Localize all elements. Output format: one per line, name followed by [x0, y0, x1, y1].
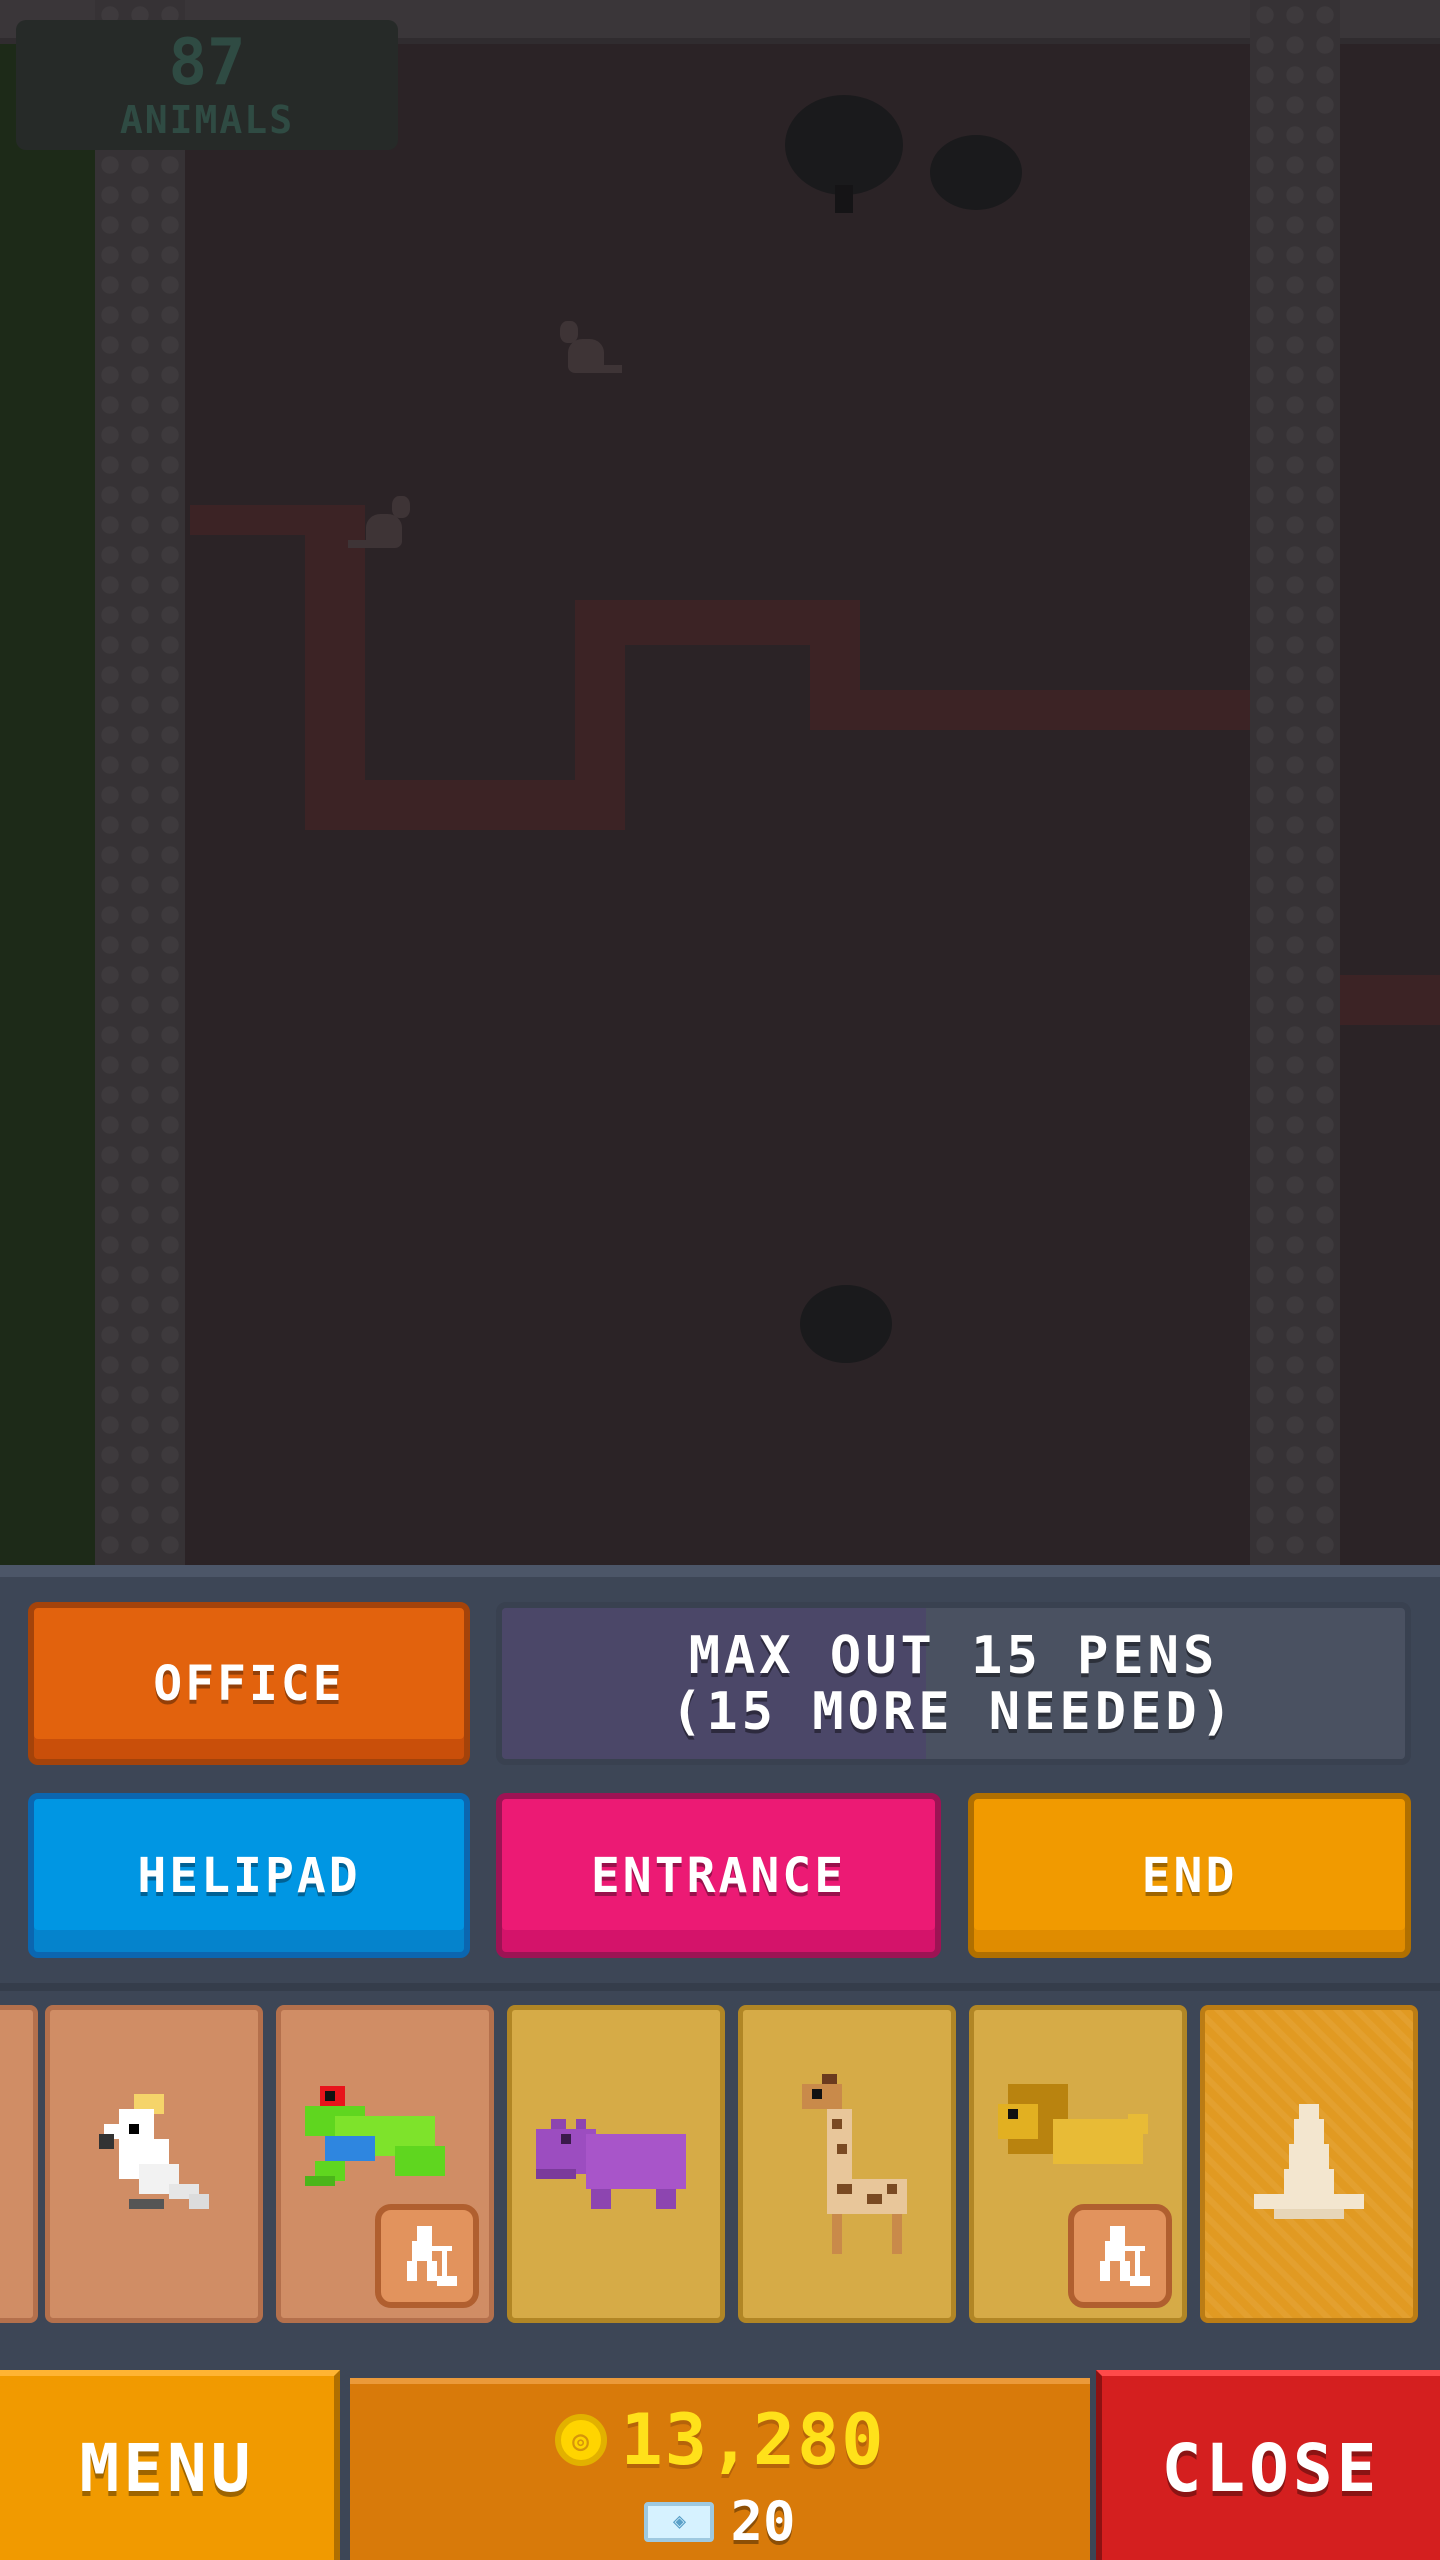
- animal-card-partial[interactable]: [0, 2005, 38, 2323]
- lion-icon: [998, 2084, 1148, 2165]
- animal-count-label: ANIMALS: [119, 98, 295, 142]
- goal-progress: MAX OUT 15 PENS (15 MORE NEEDED): [496, 1602, 1411, 1765]
- cockatoo-icon: [99, 2094, 209, 2209]
- end-button[interactable]: END: [968, 1793, 1411, 1958]
- helipad-button[interactable]: HELIPAD: [28, 1793, 470, 1958]
- bottom-bar: MENU ◎ 13,280 ◈ 20 CLOSE: [0, 2370, 1440, 2560]
- dirt-path: [810, 690, 1250, 730]
- worker-icon: [407, 2226, 457, 2286]
- animal-card-cockatoo[interactable]: [45, 2005, 263, 2323]
- coin-balance: ◎ 13,280: [350, 2402, 1090, 2478]
- grass-strip: [0, 0, 100, 1565]
- coin-icon: ◎: [554, 2414, 607, 2466]
- pen-wall-right: [1250, 0, 1340, 1565]
- construction-badge: [1068, 2204, 1172, 2308]
- ticket-amount: 20: [730, 2490, 796, 2553]
- bush: [930, 135, 1025, 215]
- dirt-path: [1340, 975, 1440, 1025]
- goal-line-2: (15 MORE NEEDED): [671, 1681, 1236, 1742]
- goal-line-1: MAX OUT 15 PENS: [688, 1625, 1219, 1686]
- worker-icon: [1100, 2226, 1150, 2286]
- build-cone-card[interactable]: [1200, 2005, 1418, 2323]
- office-button[interactable]: OFFICE: [28, 1602, 470, 1765]
- giraffe-icon: [802, 2074, 907, 2254]
- hippo-icon: [536, 2119, 686, 2209]
- animal-card-giraffe[interactable]: [738, 2005, 956, 2323]
- traffic-cone-icon: [1254, 2104, 1364, 2219]
- kangaroo[interactable]: [348, 490, 420, 560]
- coin-amount: 13,280: [620, 2399, 886, 2481]
- close-button[interactable]: CLOSE: [1096, 2370, 1440, 2560]
- goal-text: MAX OUT 15 PENS (15 MORE NEEDED): [502, 1608, 1405, 1759]
- animal-count: 87: [168, 26, 246, 100]
- construction-badge: [375, 2204, 479, 2308]
- frog-icon: [305, 2085, 445, 2186]
- entrance-button[interactable]: ENTRANCE: [496, 1793, 941, 1958]
- animal-counter: 87 ANIMALS: [16, 20, 398, 150]
- panel-edge: [0, 1565, 1440, 1577]
- ticket-icon: ◈: [644, 2501, 715, 2542]
- pen-wall-left: [95, 0, 185, 1565]
- menu-button[interactable]: MENU: [0, 2370, 340, 2560]
- ticket-balance: ◈ 20: [350, 2490, 1090, 2553]
- bush: [800, 1285, 895, 1370]
- kangaroo[interactable]: [550, 315, 622, 385]
- panel-divider: [0, 1983, 1440, 1991]
- zoo-map[interactable]: 87 ANIMALS: [0, 0, 1440, 1565]
- animal-card-hippo[interactable]: [507, 2005, 725, 2323]
- tree: [785, 95, 905, 215]
- animal-card-lion[interactable]: [969, 2005, 1187, 2323]
- animal-card-frog[interactable]: [276, 2005, 494, 2323]
- currency-display: ◎ 13,280 ◈ 20: [350, 2378, 1090, 2560]
- animal-card-strip[interactable]: [0, 2005, 1440, 2335]
